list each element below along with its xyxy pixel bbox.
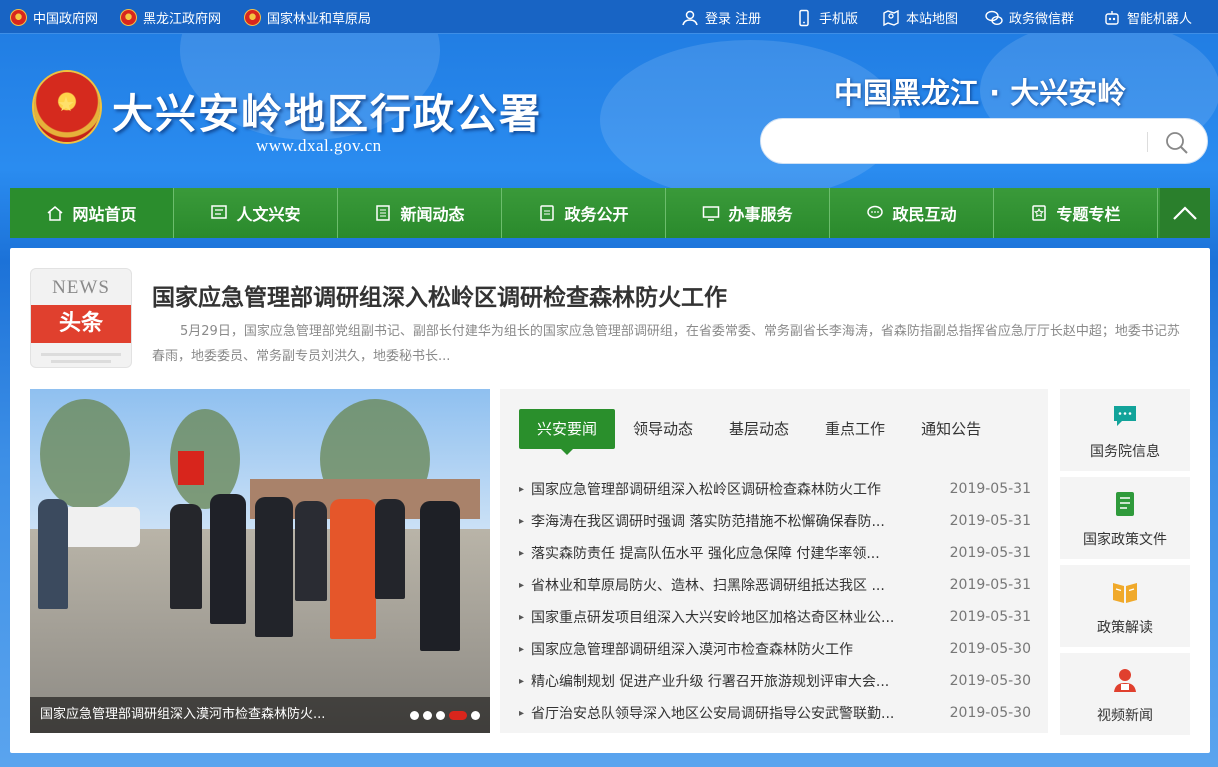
tab-xingan-news[interactable]: 兴安要闻: [519, 409, 616, 455]
nav-interaction[interactable]: 政民互动: [830, 188, 994, 238]
home-icon: [47, 206, 63, 221]
smart-robot-link[interactable]: 智能机器人: [1103, 8, 1192, 27]
news-carousel[interactable]: 国家应急管理部调研组深入漠河市检查森林防火...: [30, 389, 490, 733]
list-item[interactable]: ▸ 李海涛在我区调研时强调 落实防范措施不松懈确保春防... 2019-05-31: [519, 505, 1031, 537]
search-input[interactable]: [781, 129, 1141, 155]
nav-services[interactable]: 办事服务: [666, 188, 830, 238]
national-emblem-icon: [10, 9, 27, 26]
chat-icon: [867, 205, 884, 219]
monitor-icon: [211, 205, 228, 219]
carousel-dot[interactable]: [410, 711, 419, 720]
link-heilongjiang-gov[interactable]: 黑龙江政府网: [120, 8, 221, 27]
chat-bubble-icon: [1114, 406, 1136, 426]
arrow-icon: ▸: [519, 675, 525, 687]
wechat-icon: [985, 10, 1003, 25]
carousel-dot[interactable]: [436, 711, 445, 720]
link-forestry-bureau[interactable]: 国家林业和草原局: [244, 8, 371, 27]
badge-cn: 头条: [31, 305, 131, 343]
arrow-icon: ▸: [519, 547, 525, 559]
list-item[interactable]: ▸ 国家重点研发项目组深入大兴安岭地区加格达奇区林业公... 2019-05-31: [519, 601, 1031, 633]
nav-gov-affairs[interactable]: 政务公开: [502, 188, 666, 238]
badge-en: NEWS: [52, 277, 110, 298]
document-green-icon: [1116, 492, 1134, 516]
nav-culture[interactable]: 人文兴安: [174, 188, 338, 238]
arrow-icon: ▸: [519, 579, 525, 591]
national-emblem-icon: [120, 9, 137, 26]
carousel-dots: [410, 711, 480, 720]
arrow-icon: ▸: [519, 707, 525, 719]
site-url: www.dxal.gov.cn: [256, 136, 382, 155]
mobile-version-link[interactable]: 手机版: [795, 8, 858, 27]
national-emblem-icon: [244, 9, 261, 26]
tab-grassroots[interactable]: 基层动态: [711, 409, 807, 449]
arrow-icon: ▸: [519, 515, 525, 527]
quick-link-video-news[interactable]: 视频新闻: [1060, 653, 1190, 735]
map-icon: [883, 9, 899, 26]
list-item[interactable]: ▸ 落实森防责任 提高队伍水平 强化应急保障 付建华率领... 2019-05-31: [519, 537, 1031, 569]
headline-summary: 5月29日，国家应急管理部党组副书记、副部长付建华为组长的国家应急管理部调研组，…: [152, 324, 1180, 364]
tab-notices[interactable]: 通知公告: [903, 409, 999, 449]
mobile-icon: [799, 9, 809, 26]
search-box: [760, 118, 1208, 164]
wechat-group-link[interactable]: 政务微信群: [985, 8, 1074, 27]
tab-leadership[interactable]: 领导动态: [615, 409, 711, 449]
news-tabs: 兴安要闻 领导动态 基层动态 重点工作 通知公告: [519, 409, 999, 455]
news-panel: 兴安要闻 领导动态 基层动态 重点工作 通知公告 ▸ 国家应急管理部调研组深入松岭…: [500, 389, 1048, 733]
tab-key-work[interactable]: 重点工作: [807, 409, 903, 449]
nav-special-topics[interactable]: 专题专栏: [994, 188, 1158, 238]
news-list: ▸ 国家应急管理部调研组深入松岭区调研检查森林防火工作 2019-05-31 ▸ 李海…: [519, 473, 1031, 729]
red-flag: [178, 451, 204, 485]
site-map-link[interactable]: 本站地图: [882, 8, 958, 27]
clipboard-icon: [540, 205, 555, 221]
quick-links: 国务院信息 国家政策文件 政策解读 视频新闻: [1060, 389, 1190, 741]
main-nav: 网站首页 人文兴安 新闻动态 政务公开 办事服务 政民互动 专题专栏: [10, 188, 1210, 238]
robot-icon: [1105, 10, 1119, 25]
list-item[interactable]: ▸ 精心编制规划 促进产业升级 行署召开旅游规划评审大会... 2019-05-30: [519, 665, 1031, 697]
search-divider: [1147, 132, 1148, 152]
national-emblem-logo: ★: [34, 72, 100, 142]
arrow-icon: ▸: [519, 483, 525, 495]
carousel-dot[interactable]: [423, 711, 432, 720]
collapse-nav-button[interactable]: [1160, 188, 1210, 238]
nav-news[interactable]: 新闻动态: [338, 188, 502, 238]
user-icon: [682, 10, 698, 25]
arrow-icon: ▸: [519, 611, 525, 623]
presenter-icon: [1114, 669, 1136, 692]
list-item[interactable]: ▸ 省厅治安总队领导深入地区公安局调研指导公安武警联勤... 2019-05-30: [519, 697, 1031, 729]
slogan: 中国黑龙江 · 大兴安岭: [834, 76, 1127, 110]
list-item[interactable]: ▸ 国家应急管理部调研组深入松岭区调研检查森林防火工作 2019-05-31: [519, 473, 1031, 505]
carousel-dot-active[interactable]: [449, 711, 467, 720]
headline-badge: NEWS 头条: [30, 268, 132, 368]
headline-title[interactable]: 国家应急管理部调研组深入松岭区调研检查森林防火工作: [152, 278, 727, 312]
content-card: NEWS 头条 国家应急管理部调研组深入松岭区调研检查森林防火工作 5月29日，…: [10, 248, 1210, 753]
login-register-link[interactable]: 登录 注册: [681, 8, 761, 27]
top-bar: 中国政府网 黑龙江政府网 国家林业和草原局 登录 注册 手机版 本站地图 政务微…: [0, 0, 1218, 34]
list-item[interactable]: ▸ 国家应急管理部调研组深入漠河市检查森林防火工作 2019-05-30: [519, 633, 1031, 665]
carousel-dot[interactable]: [471, 711, 480, 720]
link-china-gov[interactable]: 中国政府网: [10, 8, 98, 27]
document-icon: [376, 205, 391, 221]
search-icon[interactable]: [1163, 129, 1191, 157]
nav-home[interactable]: 网站首页: [10, 188, 174, 238]
quick-link-policy-interpretation[interactable]: 政策解读: [1060, 565, 1190, 647]
star-book-icon: [1032, 205, 1047, 221]
quick-link-policy-docs[interactable]: 国家政策文件: [1060, 477, 1190, 559]
site-title: 大兴安岭地区行政公署: [112, 90, 542, 138]
open-book-icon: [1113, 583, 1137, 603]
screen-icon: [703, 206, 720, 221]
quick-link-state-council[interactable]: 国务院信息: [1060, 389, 1190, 471]
arrow-icon: ▸: [519, 643, 525, 655]
chevron-up-icon: [1173, 206, 1197, 220]
list-item[interactable]: ▸ 省林业和草原局防火、造林、扫黑除恶调研组抵达我区 ... 2019-05-31: [519, 569, 1031, 601]
